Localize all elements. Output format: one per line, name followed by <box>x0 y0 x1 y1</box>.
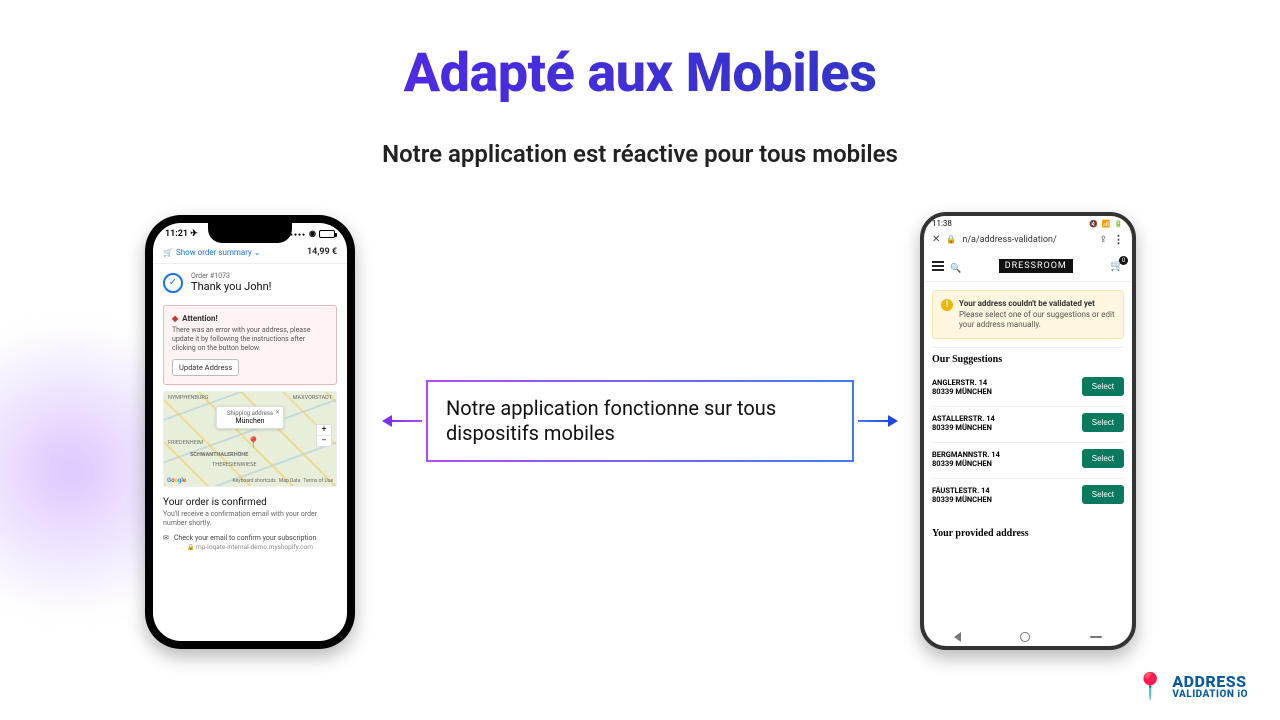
share-icon[interactable] <box>1099 235 1107 245</box>
google-logo: Google <box>167 477 186 484</box>
callout-box: Notre application fonctionne sur tous di… <box>426 380 854 462</box>
warning-body: Please select one of our suggestions or … <box>959 310 1115 330</box>
arrow-right-icon <box>858 420 890 422</box>
suggestion-line2: 80339 MÜNCHEN <box>932 423 992 432</box>
more-icon[interactable] <box>1113 233 1124 246</box>
suggestion-line1: ASTALLERSTR. 14 <box>932 414 995 423</box>
android-time: 11:38 <box>932 219 952 228</box>
recents-icon[interactable] <box>1090 636 1102 638</box>
order-label: Order #1073 <box>191 272 272 280</box>
subscription-row: Check your email to confirm your subscri… <box>153 530 347 543</box>
suggestion-row: BERGMANNSTR. 1480339 MÜNCHEN Select <box>932 443 1124 479</box>
cart-icon: Show order summary ⌄ <box>163 248 261 257</box>
brand-line2: VALIDATION iO <box>1172 690 1248 700</box>
callout-container: Notre application fonctionne sur tous di… <box>390 380 890 462</box>
iphone-screen: 11:21 ✈ Show order summary ⌄ 14,99 € Ord… <box>153 223 347 641</box>
android-screen: 11:38 🔇 📶 🔋 n/a/address-validation/ DRES… <box>924 216 1132 646</box>
android-status-bar: 11:38 🔇 📶 🔋 <box>924 216 1132 229</box>
shipping-address-card: Shipping address München <box>216 406 284 429</box>
ios-time: 11:21 ✈ <box>165 229 198 239</box>
close-icon[interactable] <box>275 409 280 416</box>
wifi-icon <box>309 229 316 239</box>
select-button[interactable]: Select <box>1082 377 1124 396</box>
select-button[interactable]: Select <box>1082 485 1124 504</box>
android-status-icons: 🔇 📶 🔋 <box>1089 220 1124 228</box>
suggestion-line2: 80339 MÜNCHEN <box>932 459 992 468</box>
map-area-label: FRIEDENHEIM <box>168 440 203 446</box>
arrow-left-icon <box>390 420 422 422</box>
brand-footer-logo: ADDRESS VALIDATION iO <box>1134 672 1248 702</box>
map-terms[interactable]: Terms of Use <box>303 478 333 484</box>
alert-title: Attention! <box>172 314 328 323</box>
footer-url: mp-loqate-internal-demo.myshopify.com <box>153 543 347 555</box>
confirmed-block: Your order is confirmed You'll receive a… <box>153 491 347 530</box>
iphone-frame: 11:21 ✈ Show order summary ⌄ 14,99 € Ord… <box>145 215 355 649</box>
map-footer-links: Keyboard shortcuts Map Data Terms of Use <box>233 478 333 484</box>
shop-header: DRESSROOM 0 <box>924 252 1132 282</box>
map-area-label: THERESIENWIESE <box>212 462 257 468</box>
confirmed-title: Your order is confirmed <box>163 497 337 508</box>
confirmed-body: You'll receive a confirmation email with… <box>163 510 337 528</box>
map-kbd[interactable]: Keyboard shortcuts <box>233 478 276 484</box>
subscription-text: Check your email to confirm your subscri… <box>174 534 316 542</box>
battery-icon <box>319 230 335 238</box>
suggestion-line1: ANGLERSTR. 14 <box>932 378 987 387</box>
select-button[interactable]: Select <box>1082 449 1124 468</box>
suggestion-line1: BERGMANNSTR. 14 <box>932 450 1000 459</box>
android-frame: 11:38 🔇 📶 🔋 n/a/address-validation/ DRES… <box>920 212 1136 650</box>
select-button[interactable]: Select <box>1082 413 1124 432</box>
map-pin-icon <box>247 436 261 449</box>
browser-url[interactable]: n/a/address-validation/ <box>962 235 1093 245</box>
pin-icon <box>1134 672 1166 702</box>
alert-body: There was an error with your address, pl… <box>172 326 328 353</box>
close-icon[interactable] <box>932 234 940 245</box>
page-subhead: Notre application est réactive pour tous… <box>0 140 1280 168</box>
thank-you-text: Thank you John! <box>191 280 272 293</box>
map-zoom-control[interactable]: +− <box>316 424 332 447</box>
summary-link[interactable]: Show order summary ⌄ <box>176 248 261 257</box>
map-area-label: MAXVORSTADT <box>293 395 332 401</box>
map-area-label: NYMPHENBURG <box>168 395 209 401</box>
lock-icon <box>946 235 956 245</box>
cart-badge: 0 <box>1119 256 1128 265</box>
browser-bar: n/a/address-validation/ <box>924 229 1132 252</box>
thank-you-row: Order #1073 Thank you John! <box>153 264 347 301</box>
warning-icon <box>941 299 953 311</box>
order-summary-bar[interactable]: Show order summary ⌄ 14,99 € <box>153 241 347 264</box>
suggestion-row: FÄUSTLESTR. 1480339 MÜNCHEN Select <box>932 479 1124 514</box>
suggestion-line1: FÄUSTLESTR. 14 <box>932 486 990 495</box>
menu-icon[interactable] <box>932 261 944 271</box>
summary-price: 14,99 € <box>307 247 337 257</box>
attention-alert: Attention! There was an error with your … <box>163 305 337 385</box>
map-area-label: SCHWANTHALERHÖHE <box>190 452 248 458</box>
iphone-notch <box>208 223 292 243</box>
map[interactable]: NYMPHENBURG MAXVORSTADT FRIEDENHEIM SCHW… <box>163 391 337 487</box>
suggestion-line2: 80339 MÜNCHEN <box>932 495 992 504</box>
provided-heading: Your provided address <box>932 528 1124 539</box>
back-icon[interactable] <box>954 632 961 642</box>
android-nav-bar <box>924 626 1132 646</box>
update-address-button[interactable]: Update Address <box>172 359 239 376</box>
search-icon[interactable] <box>950 256 961 275</box>
shipping-label: Shipping address <box>227 410 273 417</box>
suggestion-row: ASTALLERSTR. 1480339 MÜNCHEN Select <box>932 407 1124 443</box>
page-headline: Adapté aux Mobiles <box>0 42 1280 105</box>
warning-title: Your address couldn't be validated yet <box>959 299 1115 308</box>
map-data[interactable]: Map Data <box>279 478 301 484</box>
suggestions-heading: Our Suggestions <box>932 354 1124 365</box>
validation-warning: Your address couldn't be validated yet P… <box>932 290 1124 339</box>
ios-status-icons <box>290 229 335 239</box>
suggestions-section: Our Suggestions ANGLERSTR. 1480339 MÜNCH… <box>932 347 1124 514</box>
cart-icon[interactable]: 0 <box>1110 259 1124 272</box>
brand-line1: ADDRESS <box>1172 674 1248 690</box>
suggestion-row: ANGLERSTR. 1480339 MÜNCHEN Select <box>932 371 1124 407</box>
home-icon[interactable] <box>1020 632 1030 642</box>
check-circle-icon <box>163 273 183 293</box>
brand-logo[interactable]: DRESSROOM <box>999 259 1073 273</box>
suggestion-line2: 80339 MÜNCHEN <box>932 387 992 396</box>
shipping-city: München <box>227 417 273 425</box>
signal-icon <box>290 229 306 239</box>
provided-section: Your provided address <box>932 522 1124 539</box>
